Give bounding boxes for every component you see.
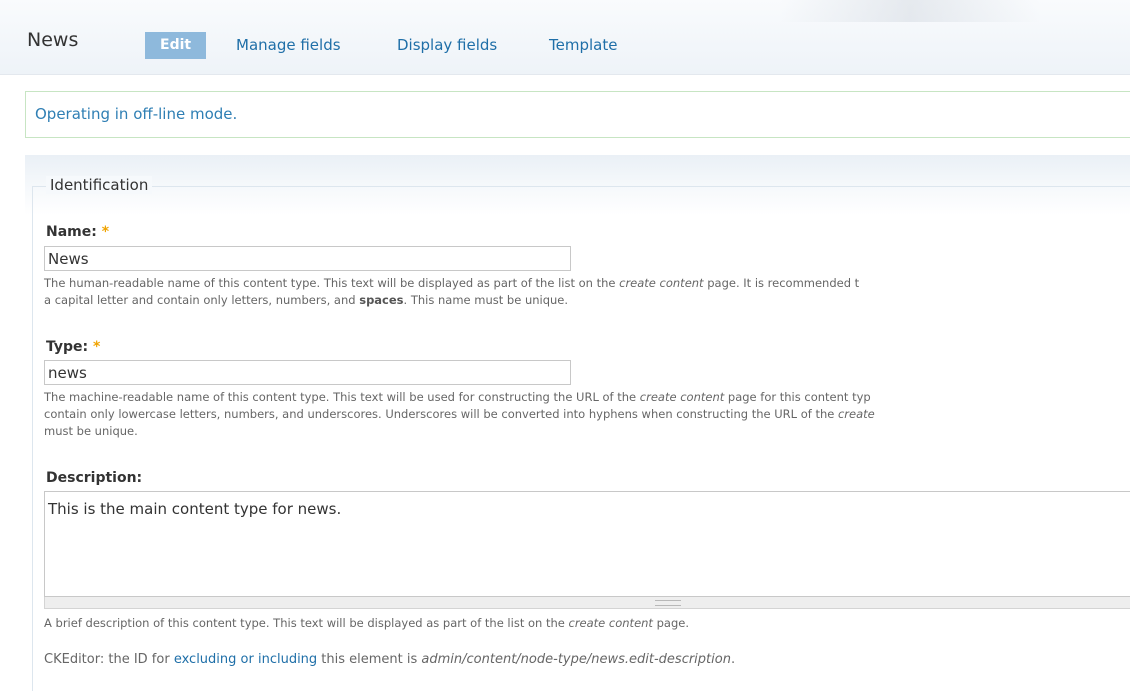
ckeditor-note-text: this element is xyxy=(317,652,422,667)
help-text: A brief description of this content type… xyxy=(44,616,569,630)
status-message-text: Operating in off-line mode. xyxy=(35,105,238,123)
page-title: News xyxy=(27,29,79,51)
description-textarea[interactable]: This is the main content type for news. xyxy=(44,491,1130,597)
tab-manage-fields[interactable]: Manage fields xyxy=(236,33,341,59)
help-text: contain only lowercase letters, numbers,… xyxy=(44,407,838,421)
textarea-resize-grip[interactable] xyxy=(44,597,1130,609)
help-emphasis: create content xyxy=(619,276,704,290)
page-header: News Edit Manage fields Display fields T… xyxy=(0,0,1130,75)
ckeditor-note: CKEditor: the ID for excluding or includ… xyxy=(44,652,735,667)
name-help-text: The human-readable name of this content … xyxy=(44,275,1130,309)
status-message-box: Operating in off-line mode. xyxy=(25,91,1130,138)
help-text: . This name must be unique. xyxy=(403,293,569,307)
description-help-text: A brief description of this content type… xyxy=(44,615,1130,632)
ckeditor-note-text: . xyxy=(730,652,736,667)
grip-icon xyxy=(655,600,681,606)
required-marker: * xyxy=(101,224,110,240)
tab-display-fields[interactable]: Display fields xyxy=(397,33,497,59)
help-emphasis: create content xyxy=(639,390,725,404)
help-emphasis: create xyxy=(837,407,875,421)
description-textarea-value: This is the main content type for news. xyxy=(48,500,342,518)
description-label-text: Description: xyxy=(46,470,143,486)
name-input[interactable] xyxy=(44,246,571,271)
type-label: Type: * xyxy=(46,339,100,355)
type-input[interactable] xyxy=(44,360,571,385)
fieldset-border-left xyxy=(32,186,33,691)
ckeditor-note-text: CKEditor: the ID for xyxy=(44,652,174,667)
ckeditor-element-id: admin/content/node-type/news.edit-descri… xyxy=(421,652,731,667)
type-help-text: The machine-readable name of this conten… xyxy=(44,389,1130,440)
help-text: must be unique. xyxy=(44,424,138,438)
help-text: page. xyxy=(652,616,689,630)
help-text: a capital letter and contain only letter… xyxy=(44,293,360,307)
fieldset-border-top xyxy=(32,186,1130,187)
watermark-decoration xyxy=(780,0,1040,22)
description-label: Description: xyxy=(46,470,142,486)
name-label-text: Name: xyxy=(46,224,97,240)
help-text: page for this content typ xyxy=(724,390,871,404)
help-text: The machine-readable name of this conten… xyxy=(44,390,640,404)
tab-template[interactable]: Template xyxy=(549,33,617,59)
tab-edit[interactable]: Edit xyxy=(145,32,207,59)
fieldset-legend: Identification xyxy=(46,176,153,194)
help-emphasis: create content xyxy=(568,616,653,630)
type-label-text: Type: xyxy=(46,339,89,355)
name-label: Name: * xyxy=(46,224,109,240)
required-marker: * xyxy=(93,339,101,355)
help-text: The human-readable name of this content … xyxy=(44,276,620,290)
help-text: page. It is recommended t xyxy=(703,276,860,290)
excluding-including-link[interactable]: excluding or including xyxy=(174,652,317,667)
help-strong: spaces xyxy=(359,293,404,307)
